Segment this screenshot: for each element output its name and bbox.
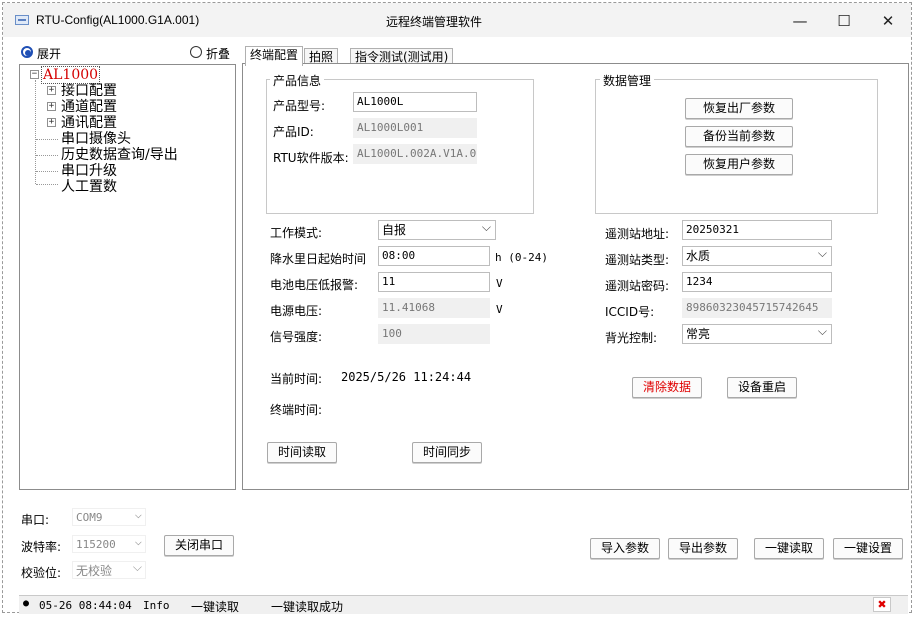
- station-address-field[interactable]: 20250321: [682, 220, 832, 240]
- supply-voltage-field: 11.41068: [378, 298, 490, 318]
- time-read-button[interactable]: 时间读取: [267, 442, 337, 463]
- supply-voltage-label: 电源电压:: [270, 304, 323, 318]
- rain-start-unit: h (0-24): [495, 251, 548, 264]
- iccid-field: 89860323045715742645: [682, 298, 832, 318]
- battery-alarm-unit: V: [496, 277, 503, 290]
- backup-current-button[interactable]: 备份当前参数: [685, 126, 793, 147]
- signal-strength-label: 信号强度:: [270, 330, 323, 344]
- tree-item-history-export[interactable]: 历史数据查询/导出: [61, 147, 178, 163]
- station-password-field[interactable]: 1234: [682, 272, 832, 292]
- rain-start-field[interactable]: 08:00: [378, 246, 490, 266]
- tree-expand-icon[interactable]: +: [47, 102, 56, 111]
- close-serial-port-button[interactable]: 关闭串口: [164, 535, 234, 556]
- software-version-field: AL1000L.002A.V1A.001: [353, 144, 477, 164]
- station-type-select[interactable]: 水质: [682, 246, 832, 266]
- status-level: Info: [143, 599, 170, 612]
- status-message: 一键读取成功: [271, 600, 344, 614]
- current-time-value: 2025/5/26 11:24:44: [341, 370, 472, 384]
- tree-item-channel-config[interactable]: 通道配置: [61, 99, 117, 115]
- restore-factory-button[interactable]: 恢复出厂参数: [685, 98, 793, 119]
- product-info-title: 产品信息: [270, 72, 325, 89]
- minimize-button[interactable]: —: [777, 7, 823, 35]
- battery-alarm-field[interactable]: 11: [378, 272, 490, 292]
- export-params-button[interactable]: 导出参数: [668, 538, 738, 559]
- config-tree[interactable]: [19, 64, 236, 490]
- close-button[interactable]: ✕: [865, 7, 911, 35]
- title-bar: RTU-Config(AL1000.G1A.001) 远程终端管理软件 — ☐ …: [3, 3, 911, 37]
- status-bar: ● 05-26 08:44:04 Info 一键读取 一键读取成功: [19, 595, 908, 614]
- parity-select[interactable]: 无校验: [72, 558, 146, 579]
- product-model-field[interactable]: AL1000L: [353, 92, 477, 112]
- serial-port-select[interactable]: COM9: [72, 505, 146, 526]
- tab-terminal-config[interactable]: 终端配置: [245, 46, 304, 66]
- work-mode-label: 工作模式:: [270, 226, 323, 240]
- read-all-button[interactable]: 一键读取: [754, 538, 824, 559]
- supply-voltage-unit: V: [496, 303, 503, 316]
- backlight-label: 背光控制:: [605, 331, 658, 345]
- tree-item-serial-camera[interactable]: 串口摄像头: [61, 131, 131, 147]
- reboot-button[interactable]: 设备重启: [727, 377, 797, 398]
- import-params-button[interactable]: 导入参数: [590, 538, 660, 559]
- tree-guide-line: [36, 171, 58, 172]
- tree-root-label: AL1000: [41, 66, 101, 84]
- clear-data-button[interactable]: 清除数据: [632, 377, 702, 398]
- set-all-button[interactable]: 一键设置: [833, 538, 903, 559]
- tree-guide-line: [36, 155, 58, 156]
- collapse-radio[interactable]: [190, 46, 202, 58]
- battery-alarm-label: 电池电压低报警:: [270, 278, 359, 292]
- station-type-label: 遥测站类型:: [605, 253, 670, 267]
- expand-radio[interactable]: [21, 46, 33, 58]
- data-management-title: 数据管理: [600, 72, 655, 89]
- signal-strength-field: 100: [378, 324, 490, 344]
- window-center-title: 远程终端管理软件: [386, 15, 483, 29]
- tree-item-comm-config[interactable]: 通讯配置: [61, 115, 117, 131]
- iccid-label: ICCID号:: [605, 305, 655, 319]
- app-icon: [15, 15, 29, 25]
- current-time-label: 当前时间:: [270, 372, 323, 386]
- backlight-select[interactable]: 常亮: [682, 324, 832, 344]
- tree-guide-line: [36, 184, 58, 185]
- tree-item-serial-upgrade[interactable]: 串口升级: [61, 163, 117, 179]
- serial-port-label: 串口:: [21, 513, 50, 527]
- info-icon: ●: [23, 598, 30, 609]
- tree-item-manual-set[interactable]: 人工置数: [61, 179, 117, 195]
- tree-collapse-icon[interactable]: −: [30, 70, 39, 79]
- tree-root[interactable]: AL1000: [41, 66, 101, 84]
- work-mode-select[interactable]: 自报: [378, 220, 496, 240]
- product-model-label: 产品型号:: [273, 99, 326, 113]
- product-id-label: 产品ID:: [273, 125, 314, 139]
- software-version-label: RTU软件版本:: [273, 151, 349, 165]
- parity-label: 校验位:: [21, 566, 62, 580]
- restore-user-button[interactable]: 恢复用户参数: [685, 154, 793, 175]
- time-sync-button[interactable]: 时间同步: [412, 442, 482, 463]
- station-password-label: 遥测站密码:: [605, 279, 670, 293]
- tree-guide-line: [36, 139, 58, 140]
- product-id-field: AL1000L001: [353, 118, 477, 138]
- station-address-label: 遥测站地址:: [605, 227, 670, 241]
- status-action: 一键读取: [191, 600, 240, 614]
- terminal-time-label: 终端时间:: [270, 403, 323, 417]
- expand-label: 展开: [37, 47, 62, 61]
- tree-expand-icon[interactable]: +: [47, 86, 56, 95]
- rain-start-label: 降水里日起始时间: [270, 252, 367, 266]
- status-time: 05-26 08:44:04: [39, 599, 132, 612]
- collapse-label: 折叠: [206, 47, 231, 61]
- app-title: RTU-Config(AL1000.G1A.001): [36, 13, 200, 27]
- maximize-button[interactable]: ☐: [821, 7, 867, 35]
- status-close-icon[interactable]: ✖: [873, 597, 891, 612]
- tree-expand-icon[interactable]: +: [47, 118, 56, 127]
- baud-rate-select[interactable]: 115200: [72, 532, 146, 553]
- baud-rate-label: 波特率:: [21, 540, 62, 554]
- tree-guide-line: [35, 80, 36, 184]
- tree-item-interface-config[interactable]: 接口配置: [61, 83, 117, 99]
